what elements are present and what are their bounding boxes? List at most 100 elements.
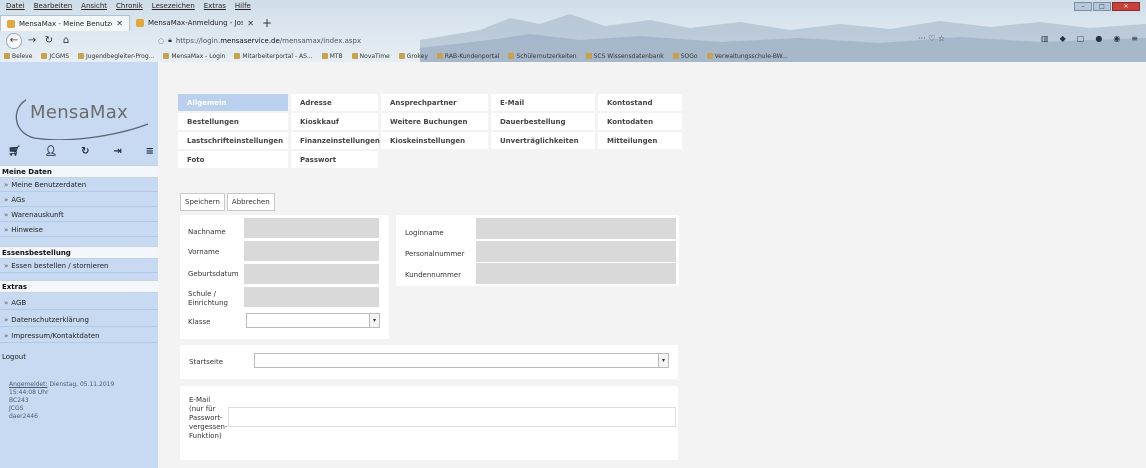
addon-icon[interactable]: ● [1095,34,1102,43]
menu-ansicht[interactable]: Ansicht [81,0,107,13]
email-input[interactable] [228,407,676,427]
chevron-right-icon: » [4,196,9,204]
logo-text: MensaMax [30,102,129,123]
chevron-down-icon: ▾ [658,354,668,367]
mensamax-favicon-icon [136,19,144,27]
tab-adresse[interactable]: Adresse [291,94,378,111]
menu-hilfe[interactable]: Hilfe [235,0,251,13]
shield-icon: ◌ [158,36,165,45]
new-tab-button[interactable]: + [260,15,274,31]
bookmark[interactable]: JCGMS [41,53,69,60]
login-data-panel: Loginname Personalnummer Kundennummer [396,215,679,286]
menu-bearbeiten[interactable]: Bearbeiten [34,0,72,13]
browser-tab-title: MensaMax - Meine Benutzerd: [19,19,112,28]
tab-kioskeinstellungen[interactable]: Kioskeinstellungen [381,132,488,149]
sidebar-item-agb[interactable]: » AGB [0,297,158,310]
kundennummer-label: Kundennummer [405,271,461,279]
library-icon[interactable]: ▥ [1041,34,1049,43]
minimize-icon[interactable]: – [1074,2,1092,11]
main-content: Allgemein Adresse Ansprechpartner E-Mail… [158,62,1146,468]
url-actions[interactable]: ··· ♡ ☆ [918,34,945,43]
klasse-label: Klasse [188,318,211,326]
browser-tab-1[interactable]: MensaMax - Meine Benutzerd: ✕ [0,15,130,31]
save-button[interactable]: Speichern [180,193,225,211]
account-icon[interactable]: ◉ [1113,34,1120,43]
logged-in-link[interactable]: Angemeldet: [9,381,47,388]
tab-ansprechpartner[interactable]: Ansprechpartner [381,94,488,111]
bookmark[interactable]: MensaMax - Login [163,53,225,60]
tab-allgemein[interactable]: Allgemein [178,94,288,111]
tab-lastschrifteinstellungen[interactable]: Lastschrifteinstellungen [178,132,288,149]
tab-foto[interactable]: Foto [178,151,288,168]
reload-icon[interactable]: ↻ [42,34,56,48]
tab-kioskkauf[interactable]: Kioskkauf [291,113,378,130]
tab-passwort[interactable]: Passwort [291,151,378,168]
sidebar-item-datenschutzerklaerung[interactable]: » Datenschutzerklärung [0,314,158,327]
close-window-icon[interactable]: ✕ [1112,2,1140,11]
menu-chronik[interactable]: Chronik [116,0,143,13]
tab-kontodaten[interactable]: Kontodaten [598,113,682,130]
nachname-label: Nachname [188,228,226,236]
bookmark[interactable]: SCS Wissensdatenbank [586,53,664,60]
tab-unvertraeglichkeiten[interactable]: Unverträglichkeiten [491,132,595,149]
tab-mitteilungen[interactable]: Mitteilungen [598,132,682,149]
section-essensbestellung: Essensbestellung [0,246,158,259]
bookmark[interactable]: Jugendbegleiter-Prog... [78,53,154,60]
sidebar-item-ags[interactable]: » AGs [0,194,158,207]
refresh-icon[interactable]: ↻ [81,146,89,157]
vorname-label: Vorname [188,248,220,256]
extension-icon[interactable]: ◆ [1060,34,1066,43]
session-info: Angemeldet: Dienstag, 05.11.2019 15:44:0… [9,381,114,421]
klasse-select[interactable]: ▾ [246,313,380,328]
logout-icon[interactable]: ⇥ [113,146,121,157]
forward-icon[interactable]: → [25,34,39,48]
cancel-button[interactable]: Abbrechen [226,193,275,211]
close-tab-icon[interactable]: ✕ [247,19,254,28]
sidebar-item-hinweise[interactable]: » Hinweise [0,224,158,237]
logout-link[interactable]: Logout [2,353,26,361]
bookmark[interactable]: Schülernutzerkeiten [508,53,576,60]
bookmark[interactable]: Grokey [399,53,428,60]
tab-weitere-buchungen[interactable]: Weitere Buchungen [381,113,488,130]
sidebar-item-impressum[interactable]: » Impressum/Kontaktdaten [0,330,158,343]
tab-dauerbestellung[interactable]: Dauerbestellung [491,113,595,130]
sidebar-item-warenauskunft[interactable]: » Warenauskunft [0,209,158,222]
tab-bestellungen[interactable]: Bestellungen [178,113,288,130]
url-bar[interactable]: ◌ 🔒︎ https://login.mensaservice.de/mensa… [158,33,798,48]
bookmark[interactable]: NovaTime [352,53,390,60]
email-panel: E-Mail (nur für Passwort-vergessen- Funktio… [180,386,678,460]
app-menu-icon[interactable]: ≡ [1131,34,1138,43]
geburtsdatum-label: Geburtsdatum [188,270,239,278]
home-icon[interactable]: ⌂ [59,34,73,48]
menu-lesezeichen[interactable]: Lesezeichen [152,0,195,13]
cart-icon[interactable]: 🛒︎ [8,146,21,157]
bookmark[interactable]: Beleve [4,53,32,60]
bookmark[interactable]: Mitarbeiterportal - AS... [234,53,312,60]
bookmark[interactable]: MTB [322,53,343,60]
maximize-icon[interactable]: □ [1093,2,1111,11]
menu-extras[interactable]: Extras [204,0,226,13]
bookmark[interactable]: Verwaltungsschule-BW... [707,53,788,60]
startseite-select[interactable]: ▾ [254,353,669,368]
tab-kontostand[interactable]: Kontostand [598,94,682,111]
close-tab-icon[interactable]: ✕ [116,19,123,28]
sidebar-item-essen-bestellen[interactable]: » Essen bestellen / stornieren [0,260,158,273]
personal-data-panel: Nachname Vorname Geburtsdatum Schule / Ei… [180,215,389,339]
menu-icon[interactable]: ≡ [146,146,154,157]
sidebar: MensaMax 🛒︎ 👤︎ ↻ ⇥ ≡ Meine Daten » Meine … [0,62,158,468]
sidebar-item-meine-benutzerdaten[interactable]: » Meine Benutzerdaten [0,179,158,192]
tab-email[interactable]: E-Mail [491,94,595,111]
browser-tabs: MensaMax - Meine Benutzerd: ✕ MensaMax-A… [0,15,274,31]
browser-tab-2[interactable]: MensaMax-Anmeldung - Jose... ✕ [130,15,260,31]
tab-finanzeinstellungen[interactable]: Finanzeinstellungen [291,132,380,149]
bookmark[interactable]: RAB-Kundenportal [437,53,500,60]
lock-icon: 🔒︎ [168,36,172,44]
vorname-field [244,241,379,261]
user-icon[interactable]: 👤︎ [45,146,58,157]
email-label: E-Mail (nur für Passwort-vergessen- Funktio… [189,396,228,440]
mensamax-logo[interactable]: MensaMax [12,98,152,140]
menu-datei[interactable]: Datei [6,0,25,13]
bookmark[interactable]: SOGo [673,53,698,60]
sidebar-toggle-icon[interactable]: ▢ [1077,34,1085,43]
back-icon[interactable]: ← [6,32,22,49]
